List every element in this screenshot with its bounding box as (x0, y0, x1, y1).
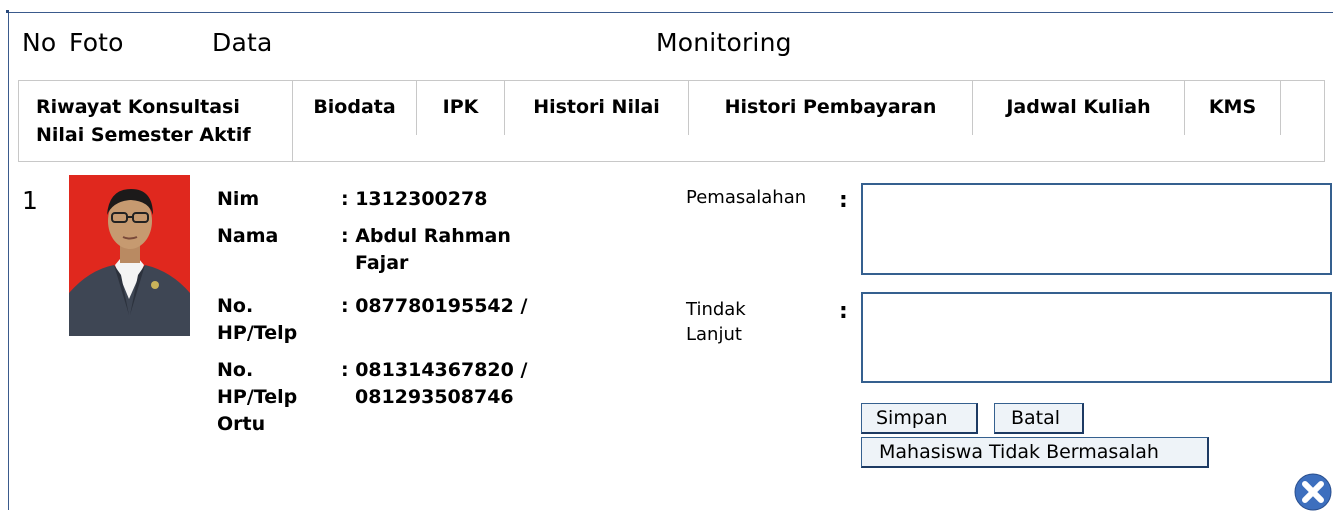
pemasalahan-colon: : (839, 188, 848, 213)
header-no: No (22, 28, 57, 57)
nama-value-line2: Fajar (355, 252, 409, 274)
nama-label: Nama (217, 225, 279, 247)
tindak-lanjut-label-line2: Lanjut (686, 324, 742, 345)
hp-ortu-value: : 081314367820 / 081293508746 (341, 357, 527, 411)
mahasiswa-tidak-bermasalah-button[interactable]: Mahasiswa Tidak Bermasalah (861, 437, 1209, 468)
student-photo (69, 175, 190, 336)
hp-label-line1: No. (217, 295, 254, 317)
nim-value: : 1312300278 (341, 188, 488, 210)
tindak-lanjut-label: Tindak Lanjut (686, 297, 746, 347)
nim-label: Nim (217, 188, 260, 210)
close-icon[interactable] (1293, 472, 1333, 512)
header-data: Data (212, 28, 273, 57)
tab-riwayat-konsultasi-line2: Nilai Semester Aktif (36, 124, 251, 146)
pemasalahan-textarea[interactable] (861, 183, 1332, 275)
panel-top-border (8, 12, 1333, 13)
pemasalahan-label: Pemasalahan (686, 187, 807, 208)
simpan-button[interactable]: Simpan (861, 403, 978, 434)
tab-jadwal-kuliah[interactable]: Jadwal Kuliah (973, 81, 1185, 135)
row-number: 1 (22, 186, 38, 215)
hp-label-line2: HP/Telp (217, 322, 298, 344)
hp-ortu-value-line1: : 081314367820 / (341, 359, 528, 381)
header-monitoring: Monitoring (656, 28, 792, 57)
hp-ortu-label-line2: HP/Telp (217, 386, 298, 408)
tab-riwayat-konsultasi-line1: Riwayat Konsultasi (36, 96, 240, 118)
tindak-lanjut-colon: : (839, 299, 848, 324)
hp-ortu-label-line1: No. (217, 359, 254, 381)
tab-histori-pembayaran[interactable]: Histori Pembayaran (689, 81, 973, 135)
tab-riwayat-konsultasi[interactable]: Riwayat Konsultasi Nilai Semester Aktif (19, 81, 293, 161)
hp-label: No. HP/Telp (217, 293, 297, 347)
panel-corner (6, 10, 9, 13)
hp-ortu-label-line3: Ortu (217, 413, 266, 435)
tindak-lanjut-textarea[interactable] (861, 292, 1332, 383)
header-foto: Foto (69, 28, 124, 57)
nama-value: : Abdul Rahman Fajar (341, 223, 511, 277)
tab-biodata[interactable]: Biodata (293, 81, 417, 135)
panel-left-border (8, 12, 9, 510)
nama-value-line1: : Abdul Rahman (341, 225, 511, 247)
hp-ortu-label: No. HP/Telp Ortu (217, 357, 297, 438)
batal-button[interactable]: Batal (994, 403, 1084, 434)
tab-kms[interactable]: KMS (1185, 81, 1281, 135)
tab-histori-nilai[interactable]: Histori Nilai (505, 81, 689, 135)
tindak-lanjut-label-line1: Tindak (686, 299, 746, 320)
tab-bar: Riwayat Konsultasi Nilai Semester Aktif … (18, 80, 1325, 162)
hp-ortu-value-line2: 081293508746 (355, 386, 514, 408)
hp-value: : 087780195542 / (341, 295, 528, 317)
tab-ipk[interactable]: IPK (417, 81, 505, 135)
